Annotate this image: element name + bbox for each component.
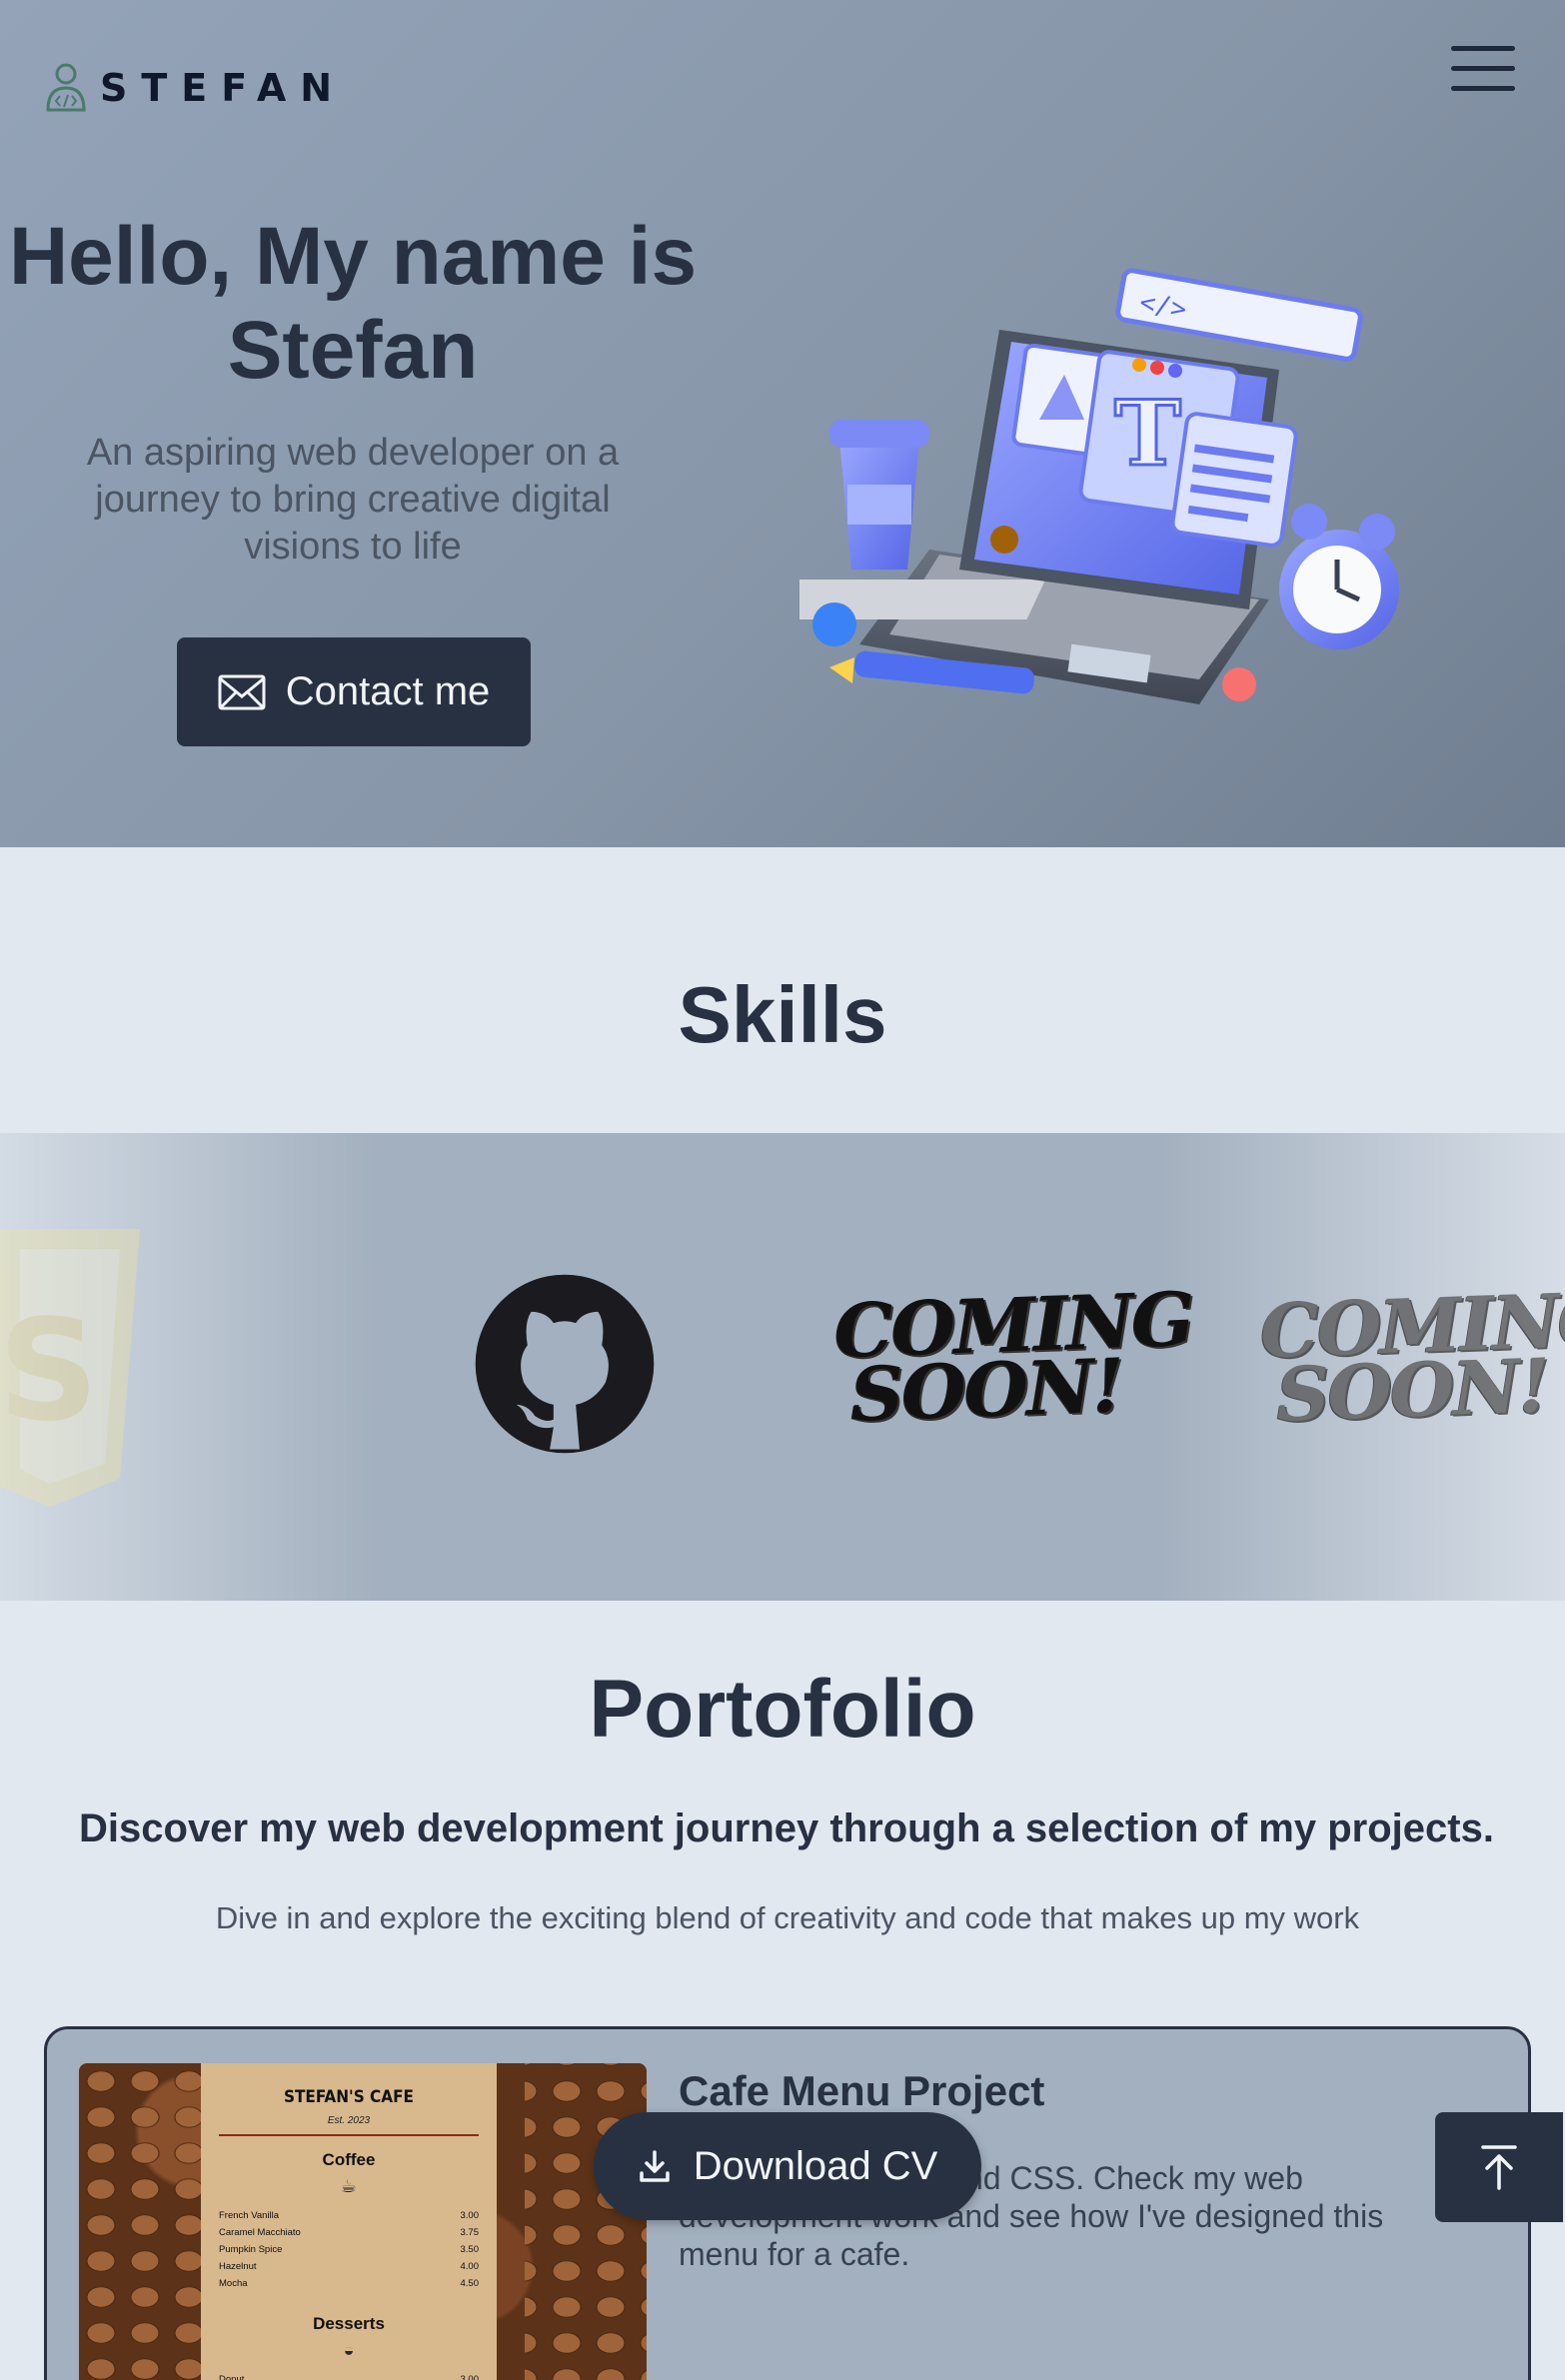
download-icon <box>639 2150 670 2182</box>
menu-cafe-name: STEFAN'S CAFE <box>283 2087 414 2107</box>
contact-button[interactable]: Contact me <box>177 637 531 746</box>
project-preview-image[interactable]: STEFAN'S CAFE Est. 2023 Coffee ☕ French … <box>79 2063 647 2380</box>
svg-text:S: S <box>0 1290 99 1453</box>
javascript-logo: S <box>0 1229 140 1507</box>
menu-item: Pumpkin Spice 3.50 <box>219 2244 479 2255</box>
github-logo <box>475 1274 655 1454</box>
portfolio-title: Portofolio <box>589 1664 976 1755</box>
hero-subtitle: An aspiring web developer on a journey t… <box>86 432 620 568</box>
coming-soon-badge: COMING SOON! <box>1258 1276 1565 1439</box>
skills-title: Skills <box>678 970 887 1059</box>
menu-section-title: Desserts <box>313 2314 385 2333</box>
download-cv-label: Download CV <box>693 2143 938 2188</box>
laptop-illustration: </> T <box>799 268 1399 704</box>
menu-paper: STEFAN'S CAFE Est. 2023 Coffee ☕ French … <box>201 2063 497 2380</box>
menu-item: Caramel Macchiato 3.75 <box>219 2227 479 2238</box>
project-title[interactable]: Cafe Menu Project <box>679 2067 1044 2115</box>
hero-section: STEFAN Hello, My name is Stefan An aspir… <box>0 0 1565 847</box>
menu-divider <box>219 2134 479 2136</box>
menu-est: Est. 2023 <box>327 2115 371 2126</box>
menu-item: French Vanilla 3.00 <box>219 2210 479 2221</box>
logo-text: STEFAN <box>100 66 347 110</box>
coming-soon-badge: COMING SOON! <box>832 1276 1194 1439</box>
download-cv-button[interactable]: Download CV <box>594 2112 981 2220</box>
coffee-beans-decoration <box>525 2063 647 2380</box>
hero-title: Hello, My name is Stefan <box>8 211 698 396</box>
site-logo[interactable]: STEFAN <box>44 62 346 114</box>
pie-icon: ◒ <box>343 2340 355 2360</box>
menu-section-title: Coffee <box>322 2150 376 2169</box>
svg-text:T: T <box>1114 381 1181 487</box>
arrow-up-to-top-icon <box>1481 2145 1517 2190</box>
scroll-to-top-button[interactable] <box>1435 2112 1563 2222</box>
hamburger-icon[interactable] <box>1451 46 1515 94</box>
skills-carousel[interactable]: S COMING SOON! COMING SOON! <box>0 1133 1565 1601</box>
menu-item: Hazelnut 4.00 <box>219 2261 479 2272</box>
menu-item: Donut 3.00 <box>219 2374 479 2380</box>
contact-button-label: Contact me <box>285 669 491 713</box>
portfolio-subtitle: Discover my web development journey thro… <box>79 1806 1494 1850</box>
portfolio-description: Dive in and explore the exciting blend o… <box>215 1900 1360 1935</box>
coffee-cup-icon: ☕ <box>340 2176 358 2196</box>
person-code-icon <box>46 63 86 112</box>
coffee-beans-decoration <box>79 2063 201 2380</box>
menu-item: Mocha 4.50 <box>219 2278 479 2289</box>
envelope-icon <box>218 674 266 709</box>
